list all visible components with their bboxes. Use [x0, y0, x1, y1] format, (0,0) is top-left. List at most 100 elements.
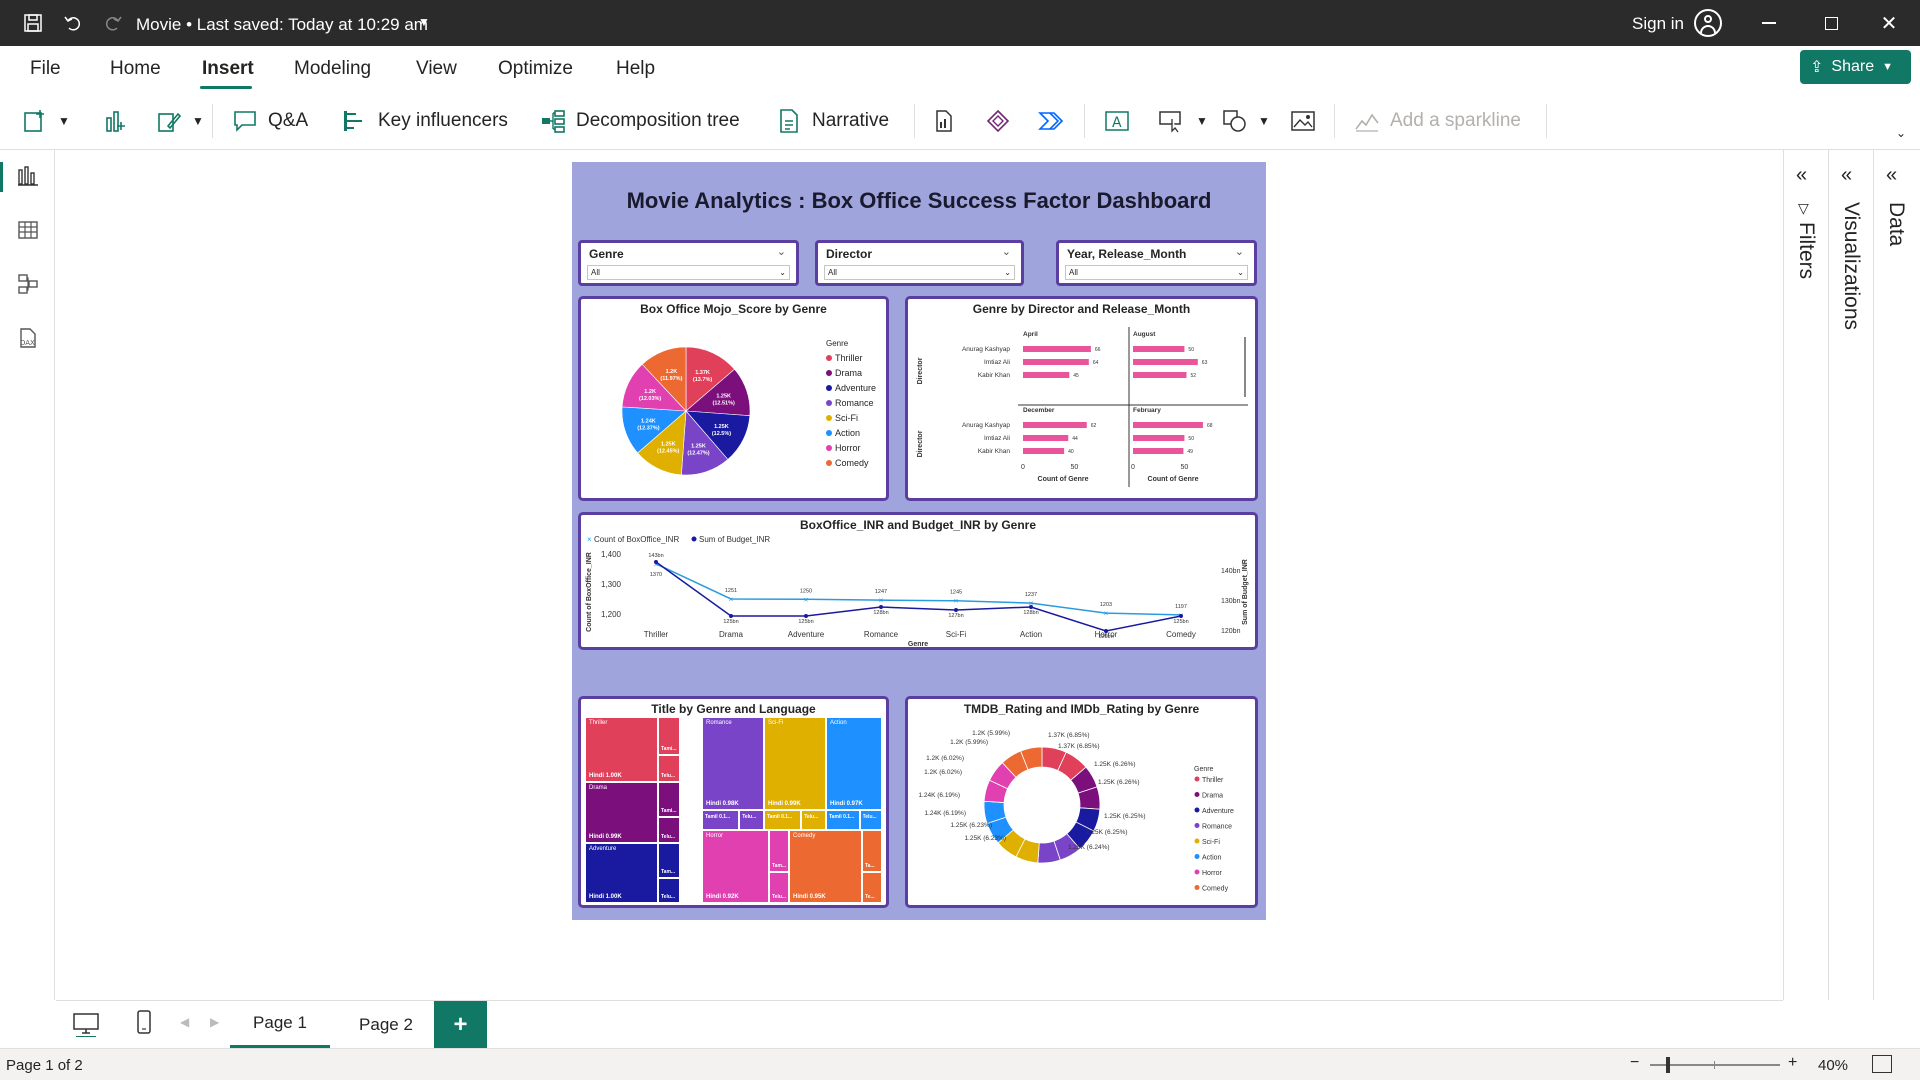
visualizations-pane[interactable]: « Visualizations: [1828, 150, 1873, 1000]
pie-legend-item[interactable]: Sci-Fi: [826, 410, 876, 425]
budget-point[interactable]: [654, 560, 658, 564]
pie-legend-item[interactable]: Adventure: [826, 380, 876, 395]
pie-chart[interactable]: 1.37K(13.7%)1.25K(12.51%)1.25K(12.5%)1.2…: [611, 321, 811, 501]
pie-legend-item[interactable]: Thriller: [826, 350, 876, 365]
mobile-layout-icon[interactable]: [136, 1009, 152, 1040]
count-point[interactable]: ×: [804, 595, 809, 604]
donut-legend-label[interactable]: Drama: [1202, 793, 1223, 800]
redo-icon[interactable]: [100, 10, 126, 36]
treemap-tile-romance[interactable]: Romance Hindi 0.98K: [702, 717, 764, 810]
title-dropdown-icon[interactable]: ▼: [418, 15, 430, 29]
bar[interactable]: [1133, 372, 1187, 378]
minimize-button[interactable]: [1746, 8, 1792, 38]
treemap-subtile[interactable]: Te...: [862, 872, 882, 903]
save-icon[interactable]: [20, 10, 46, 36]
prev-page-icon[interactable]: ◀: [180, 1015, 189, 1029]
donut-legend-label[interactable]: Sci-Fi: [1202, 839, 1220, 846]
budget-point[interactable]: [804, 614, 808, 618]
expand-visualizations-icon[interactable]: «: [1841, 164, 1852, 187]
bar[interactable]: [1133, 435, 1185, 441]
page-tab-1[interactable]: Page 1: [230, 1001, 330, 1048]
bar[interactable]: [1023, 359, 1089, 365]
donut-card[interactable]: TMDB_Rating and IMDb_Rating by Genre 1.3…: [905, 696, 1258, 908]
bar[interactable]: [1133, 359, 1198, 365]
donut-legend-label[interactable]: Action: [1202, 855, 1222, 862]
new-visual-button[interactable]: [102, 104, 128, 138]
model-view-icon[interactable]: [14, 270, 42, 298]
treemap-tile-comedy[interactable]: Comedy Hindi 0.95K: [789, 830, 862, 903]
menu-optimize[interactable]: Optimize: [498, 58, 573, 80]
treemap-chart[interactable]: Thriller Hindi 1.00K Tami... Telu... Drama Hi…: [585, 717, 882, 903]
zoom-slider[interactable]: [1650, 1057, 1780, 1073]
treemap-tile-adventure[interactable]: Adventure Hindi 1.00K: [585, 843, 658, 903]
bar[interactable]: [1133, 422, 1203, 428]
bar[interactable]: [1023, 372, 1070, 378]
count-point[interactable]: ×: [1104, 609, 1109, 618]
budget-point[interactable]: [954, 608, 958, 612]
zoom-slider-thumb[interactable]: [1666, 1057, 1670, 1073]
key-influencers-button[interactable]: Key influencers: [342, 104, 508, 138]
pie-legend-item[interactable]: Horror: [826, 440, 876, 455]
qa-button[interactable]: Q&A: [232, 104, 308, 138]
legend-label-count[interactable]: Count of BoxOffice_INR: [594, 535, 679, 544]
budget-point[interactable]: [879, 605, 883, 609]
shapes-button[interactable]: ▼: [1222, 104, 1270, 138]
small-multiples-chart[interactable]: Director Director April Anurag Kashyap 66 Imt…: [908, 319, 1255, 499]
treemap-tile-drama[interactable]: Drama Hindi 0.99K: [585, 782, 658, 843]
budget-point[interactable]: [1179, 614, 1183, 618]
donut-legend-label[interactable]: Horror: [1202, 870, 1223, 877]
table-view-icon[interactable]: [14, 216, 42, 244]
expand-data-icon[interactable]: «: [1886, 164, 1897, 187]
decomposition-tree-button[interactable]: Decomposition tree: [540, 104, 740, 138]
treemap-subtile[interactable]: Tam...: [769, 830, 789, 873]
genre-slicer[interactable]: Genre ⌄ All ⌄: [578, 240, 799, 286]
pie-legend-item[interactable]: Romance: [826, 395, 876, 410]
bar[interactable]: [1023, 448, 1065, 454]
treemap-subtile[interactable]: Telu...: [658, 877, 680, 903]
menu-insert[interactable]: Insert: [202, 58, 254, 80]
image-button[interactable]: [1290, 104, 1316, 138]
donut-legend-label[interactable]: Adventure: [1202, 808, 1234, 815]
pie-chart-card[interactable]: Box Office Mojo_Score by Genre 1.37K (13.…: [578, 296, 889, 501]
undo-icon[interactable]: [60, 10, 86, 36]
director-slicer[interactable]: Director ⌄ All ⌄: [815, 240, 1024, 286]
treemap-subtile[interactable]: Tami...: [658, 717, 680, 755]
narrative-button[interactable]: Narrative: [776, 104, 889, 138]
zoom-out-button[interactable]: −: [1630, 1054, 1639, 1072]
treemap-tile-sci-fi[interactable]: Sci-Fi Hindi 0.99K: [764, 717, 826, 810]
desktop-layout-icon[interactable]: [72, 1011, 100, 1038]
bar[interactable]: [1133, 346, 1185, 352]
year-month-slicer[interactable]: Year, Release_Month ⌄ All ⌄: [1056, 240, 1257, 286]
treemap-tile-thriller[interactable]: Thriller Hindi 1.00K: [585, 717, 658, 782]
menu-modeling[interactable]: Modeling: [294, 58, 371, 80]
budget-point[interactable]: [729, 614, 733, 618]
pie-legend-item[interactable]: Comedy: [826, 455, 876, 470]
chevron-down-icon[interactable]: ⌄: [1235, 245, 1244, 258]
bar[interactable]: [1023, 435, 1069, 441]
chevron-down-icon[interactable]: ⌄: [1002, 245, 1011, 258]
donut-legend-label[interactable]: Comedy: [1202, 886, 1229, 893]
budget-point[interactable]: [1104, 629, 1108, 633]
donut-chart[interactable]: 1.37K (6.85%) 1.37K (6.85%) 1.25K (6.26%) 1…: [908, 717, 1255, 907]
line-chart-card[interactable]: BoxOffice_INR and Budget_INR by Genre × C…: [578, 512, 1258, 650]
scrollbar[interactable]: [1244, 337, 1246, 397]
add-page-button[interactable]: +: [434, 1001, 487, 1048]
legend-label-budget[interactable]: Sum of Budget_INR: [699, 535, 770, 544]
new-page-button[interactable]: ▼: [22, 104, 70, 138]
menu-home[interactable]: Home: [110, 58, 161, 80]
donut-legend-label[interactable]: Romance: [1202, 824, 1232, 831]
menu-view[interactable]: View: [416, 58, 457, 80]
genre-slicer-dropdown[interactable]: All ⌄: [587, 265, 790, 280]
next-page-icon[interactable]: ▶: [210, 1015, 219, 1029]
count-point[interactable]: ×: [729, 595, 734, 604]
chevron-down-icon[interactable]: ⌄: [777, 245, 786, 258]
dax-query-view-icon[interactable]: DAX: [14, 324, 42, 352]
filters-pane[interactable]: « ▽ Filters: [1783, 150, 1828, 1000]
treemap-subtile[interactable]: Tami...: [658, 782, 680, 818]
document-title[interactable]: Movie • Last saved: Today at 10:29 am: [136, 15, 428, 35]
treemap-subtile[interactable]: Tamil 0.1...: [702, 810, 740, 830]
account-icon[interactable]: [1694, 9, 1722, 37]
power-automate-button[interactable]: [1038, 104, 1064, 138]
treemap-subtile[interactable]: Ta...: [862, 830, 882, 873]
pie-legend-item[interactable]: Drama: [826, 365, 876, 380]
